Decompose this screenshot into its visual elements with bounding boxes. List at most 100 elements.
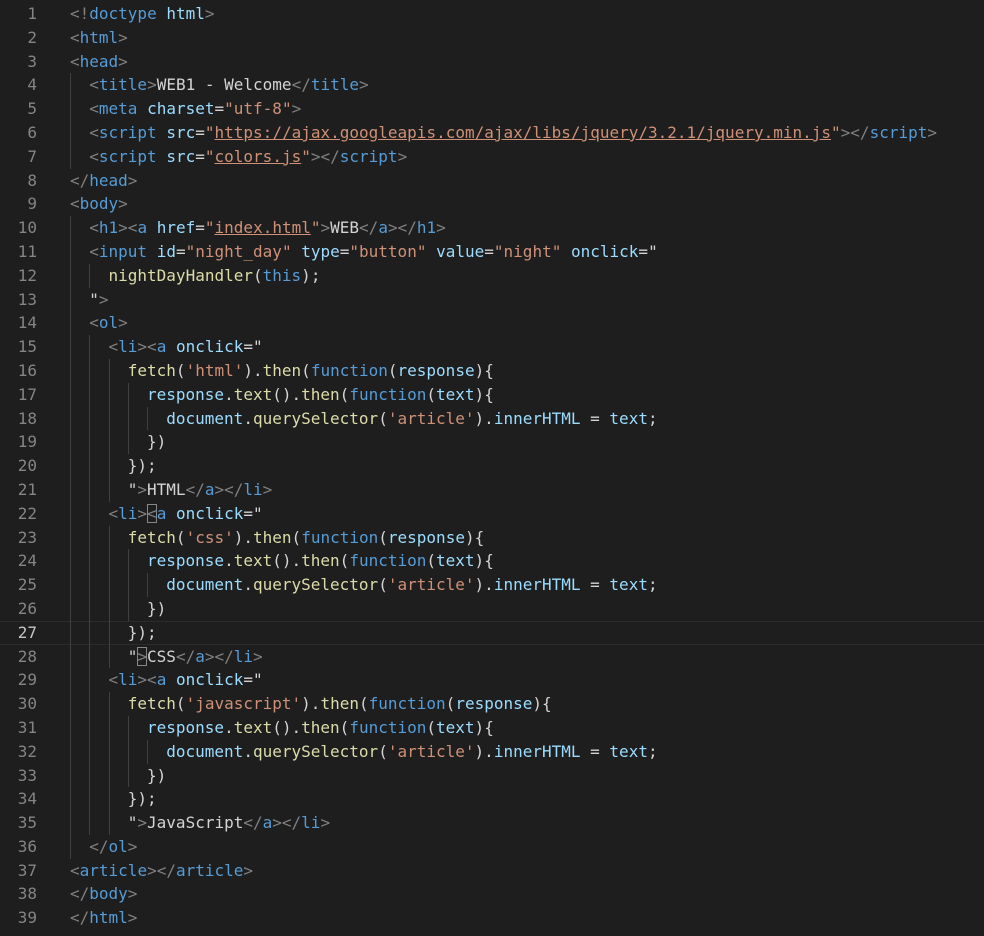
token-tag: a bbox=[156, 503, 167, 523]
token-attr: onclick bbox=[570, 241, 639, 261]
code-line[interactable]: 38 </body> bbox=[0, 882, 984, 906]
code-line[interactable]: 13 "> bbox=[0, 287, 984, 312]
token-var: innerHTML bbox=[493, 741, 581, 761]
code-line[interactable]: 16 fetch('html').then(function(response){ bbox=[0, 358, 984, 383]
code-line[interactable]: 30 fetch('javascript').then(function(resp… bbox=[0, 692, 984, 716]
code-line[interactable]: 39 </html> bbox=[0, 906, 984, 930]
indent-guide bbox=[89, 358, 99, 383]
token-brk: ( bbox=[387, 360, 398, 380]
token-text: = bbox=[580, 575, 610, 595]
token-brk: ) bbox=[464, 527, 475, 547]
token-brk: ( bbox=[378, 575, 388, 595]
token-text: . bbox=[253, 360, 263, 380]
code-line[interactable]: 9 <body> bbox=[0, 192, 984, 216]
token-punc: > bbox=[840, 122, 851, 142]
line-code: fetch('javascript').then(function(respon… bbox=[70, 692, 552, 716]
code-line[interactable]: 29 <li><a onclick=" bbox=[0, 668, 984, 693]
indent-guide bbox=[89, 811, 99, 835]
code-line[interactable]: 2 <html> bbox=[0, 26, 984, 50]
code-line[interactable]: 22 <li><a onclick=" bbox=[0, 501, 984, 526]
token-tag: body bbox=[79, 194, 119, 214]
token-brk: ) bbox=[233, 527, 244, 547]
code-line[interactable]: 19}) bbox=[0, 430, 984, 455]
token-str: "night" bbox=[493, 241, 562, 261]
code-editor[interactable]: 1 <!doctype html> 2 <html> 3 <head> 4 <title>WE… bbox=[0, 0, 984, 936]
code-line[interactable]: 20}); bbox=[0, 454, 984, 478]
code-line[interactable]: 32 document.querySelector('article').inne… bbox=[0, 739, 984, 764]
code-line[interactable]: 18 document.querySelector('article').inne… bbox=[0, 406, 984, 431]
token-punc: > bbox=[127, 884, 138, 904]
code-line[interactable]: 17 response.text().then(function(text){ bbox=[0, 382, 984, 407]
code-line[interactable]: 23 fetch('css').then(function(response){ bbox=[0, 525, 984, 550]
token-tag: li bbox=[118, 503, 138, 523]
line-number: 30 bbox=[17, 694, 37, 714]
token-punc: > bbox=[137, 670, 148, 690]
line-code: <li><a onclick=" bbox=[70, 668, 263, 693]
token-tag: script bbox=[339, 146, 398, 166]
indent-guide bbox=[70, 834, 80, 859]
code-line[interactable]: 6 <script src="https://ajax.googleapis.co… bbox=[0, 120, 984, 145]
token-fn: querySelector bbox=[252, 575, 379, 595]
line-number: 7 bbox=[27, 146, 37, 166]
code-line[interactable]: 4 <title>WEB1 - Welcome</title> bbox=[0, 73, 984, 98]
code-line[interactable]: 34}); bbox=[0, 787, 984, 812]
token-text: . bbox=[224, 551, 234, 571]
code-line[interactable]: 5 <meta charset="utf-8"> bbox=[0, 97, 984, 121]
code-line[interactable]: 12 nightDayHandler(this); bbox=[0, 263, 984, 288]
indent-guide bbox=[89, 715, 99, 740]
token-brk: { bbox=[484, 717, 494, 737]
code-line[interactable]: 11 <input id="night_day" type="button" va… bbox=[0, 239, 984, 264]
token-attr: onclick bbox=[175, 503, 244, 523]
indent-guide bbox=[70, 73, 80, 98]
code-line[interactable]: 8 </head> bbox=[0, 169, 984, 193]
line-code: response.text().then(function(text){ bbox=[70, 715, 494, 740]
token-text: . bbox=[484, 741, 494, 761]
code-line[interactable]: 33}) bbox=[0, 763, 984, 788]
code-line[interactable]: 3 <head> bbox=[0, 50, 984, 74]
code-line[interactable]: 27}); bbox=[0, 620, 984, 645]
token-var: response bbox=[147, 384, 225, 404]
code-line[interactable]: 37 <article></article> bbox=[0, 859, 984, 883]
indent-guide bbox=[70, 477, 80, 502]
line-code: response.text().then(function(text){ bbox=[70, 549, 494, 574]
code-line[interactable]: 21 ">HTML</a></li> bbox=[0, 477, 984, 502]
code-line[interactable]: 7 <script src="colors.js"></script> bbox=[0, 144, 984, 169]
code-line[interactable]: 28 ">CSS</a></li> bbox=[0, 644, 984, 669]
code-line[interactable]: 1 <!doctype html> bbox=[0, 2, 984, 26]
code-line[interactable]: 35 ">JavaScript</a></li> bbox=[0, 811, 984, 835]
token-var: document bbox=[166, 408, 244, 428]
token-attr: id bbox=[156, 241, 176, 261]
line-number: 23 bbox=[17, 527, 37, 547]
line-code: }) bbox=[70, 763, 166, 788]
line-number: 14 bbox=[17, 313, 37, 333]
line-number: 9 bbox=[27, 194, 37, 214]
indent-guide bbox=[70, 573, 80, 597]
token-link: colors.js bbox=[214, 146, 302, 166]
token-text: " bbox=[127, 646, 138, 666]
indent-guide bbox=[70, 97, 80, 121]
indent-guide bbox=[70, 620, 80, 645]
code-line[interactable]: 26}) bbox=[0, 596, 984, 621]
code-line[interactable]: 14 <ol> bbox=[0, 311, 984, 336]
code-line[interactable]: 15 <li><a onclick=" bbox=[0, 335, 984, 359]
token-var: innerHTML bbox=[493, 575, 581, 595]
indent-guide bbox=[70, 715, 80, 740]
code-line[interactable]: 25 document.querySelector('article').inne… bbox=[0, 573, 984, 597]
code-line[interactable]: 36 </ol> bbox=[0, 834, 984, 859]
code-line[interactable]: 31 response.text().then(function(text){ bbox=[0, 715, 984, 740]
code-line[interactable]: 24 response.text().then(function(text){ bbox=[0, 549, 984, 574]
code-line[interactable]: 10 <h1><a href="index.html">WEB</a></h1> bbox=[0, 216, 984, 240]
token-var: text bbox=[436, 551, 475, 571]
token-var: text bbox=[609, 575, 648, 595]
